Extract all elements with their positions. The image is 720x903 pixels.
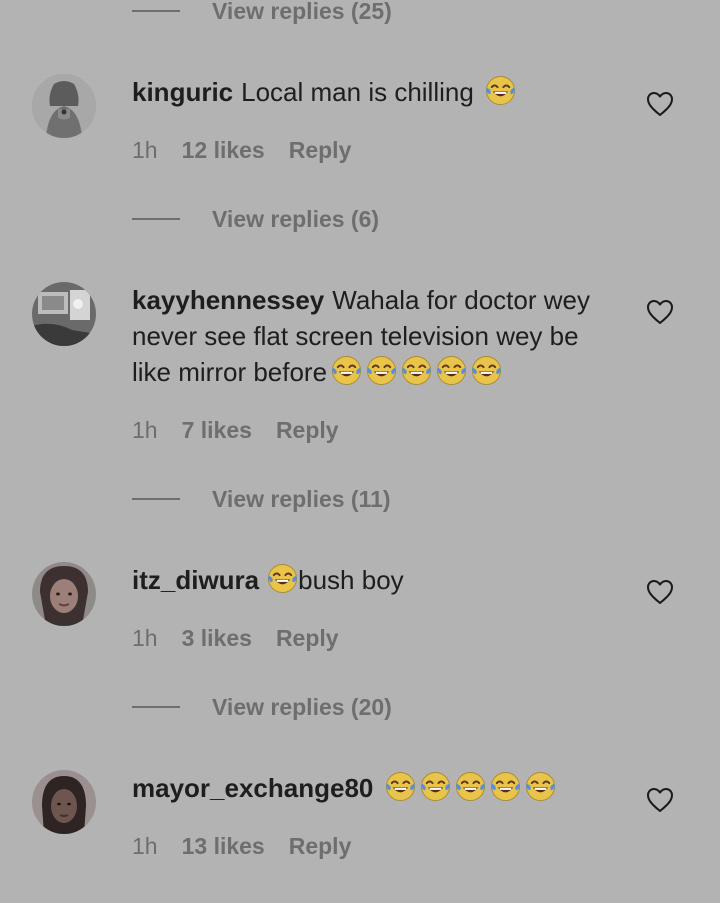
reply-button[interactable]: Reply — [276, 625, 339, 652]
heart-icon[interactable] — [646, 787, 674, 813]
comment-body: kayyhennessey Wahala for doctor wey never… — [132, 282, 622, 390]
comment-username[interactable]: kinguric — [132, 77, 233, 107]
comment-text: Local man is chilling — [241, 77, 474, 107]
face-with-tears-of-joy-icon — [420, 771, 451, 802]
comment-username[interactable]: kayyhennessey — [132, 285, 324, 315]
comment-meta: 1h 12 likes Reply — [132, 137, 351, 164]
face-with-tears-of-joy-icon — [267, 563, 298, 594]
view-replies-row[interactable]: View replies (20) — [132, 692, 392, 722]
comment-body: mayor_exchange80 — [132, 770, 622, 806]
avatar[interactable] — [32, 74, 96, 138]
view-replies-row[interactable]: View replies (11) — [132, 484, 391, 514]
view-replies-link[interactable]: View replies (6) — [212, 206, 379, 233]
reply-button[interactable]: Reply — [276, 417, 339, 444]
replies-divider — [132, 10, 180, 12]
heart-icon[interactable] — [646, 91, 674, 117]
avatar[interactable] — [32, 562, 96, 626]
face-with-tears-of-joy-icon — [471, 355, 502, 386]
comment-meta: 1h 13 likes Reply — [132, 833, 351, 860]
comment-time: 1h — [132, 833, 158, 859]
replies-divider — [132, 218, 180, 220]
comment-likes[interactable]: 12 likes — [182, 137, 265, 164]
face-with-tears-of-joy-icon — [455, 771, 486, 802]
comment-likes[interactable]: 7 likes — [182, 417, 252, 444]
comment-likes[interactable]: 3 likes — [182, 625, 252, 652]
face-with-tears-of-joy-icon — [525, 771, 556, 802]
face-with-tears-of-joy-icon — [485, 75, 516, 106]
view-replies-row[interactable]: View replies (6) — [132, 204, 379, 234]
comment-time: 1h — [132, 417, 158, 443]
face-with-tears-of-joy-icon — [385, 771, 416, 802]
comment-username[interactable]: mayor_exchange80 — [132, 773, 373, 803]
comment-time: 1h — [132, 137, 158, 163]
replies-divider — [132, 706, 180, 708]
comment-body: kinguric Local man is chilling — [132, 74, 622, 110]
view-replies-link[interactable]: View replies (20) — [212, 694, 392, 721]
reply-button[interactable]: Reply — [289, 833, 352, 860]
comment-time: 1h — [132, 625, 158, 651]
face-with-tears-of-joy-icon — [401, 355, 432, 386]
comment-meta: 1h 7 likes Reply — [132, 417, 339, 444]
face-with-tears-of-joy-icon — [331, 355, 362, 386]
heart-icon[interactable] — [646, 299, 674, 325]
replies-divider — [132, 498, 180, 500]
view-replies-link[interactable]: View replies (11) — [212, 486, 391, 513]
avatar[interactable] — [32, 770, 96, 834]
view-replies-link[interactable]: View replies (25) — [212, 0, 392, 25]
comment-username[interactable]: itz_diwura — [132, 565, 259, 595]
heart-icon[interactable] — [646, 579, 674, 605]
comment-meta: 1h 3 likes Reply — [132, 625, 339, 652]
reply-button[interactable]: Reply — [289, 137, 352, 164]
avatar[interactable] — [32, 282, 96, 346]
face-with-tears-of-joy-icon — [436, 355, 467, 386]
comment-text: bush boy — [298, 565, 404, 595]
comment-likes[interactable]: 13 likes — [182, 833, 265, 860]
face-with-tears-of-joy-icon — [366, 355, 397, 386]
comment-body: itz_diwura bush boy — [132, 562, 622, 598]
face-with-tears-of-joy-icon — [490, 771, 521, 802]
view-replies-row[interactable]: View replies (25) — [132, 0, 392, 26]
